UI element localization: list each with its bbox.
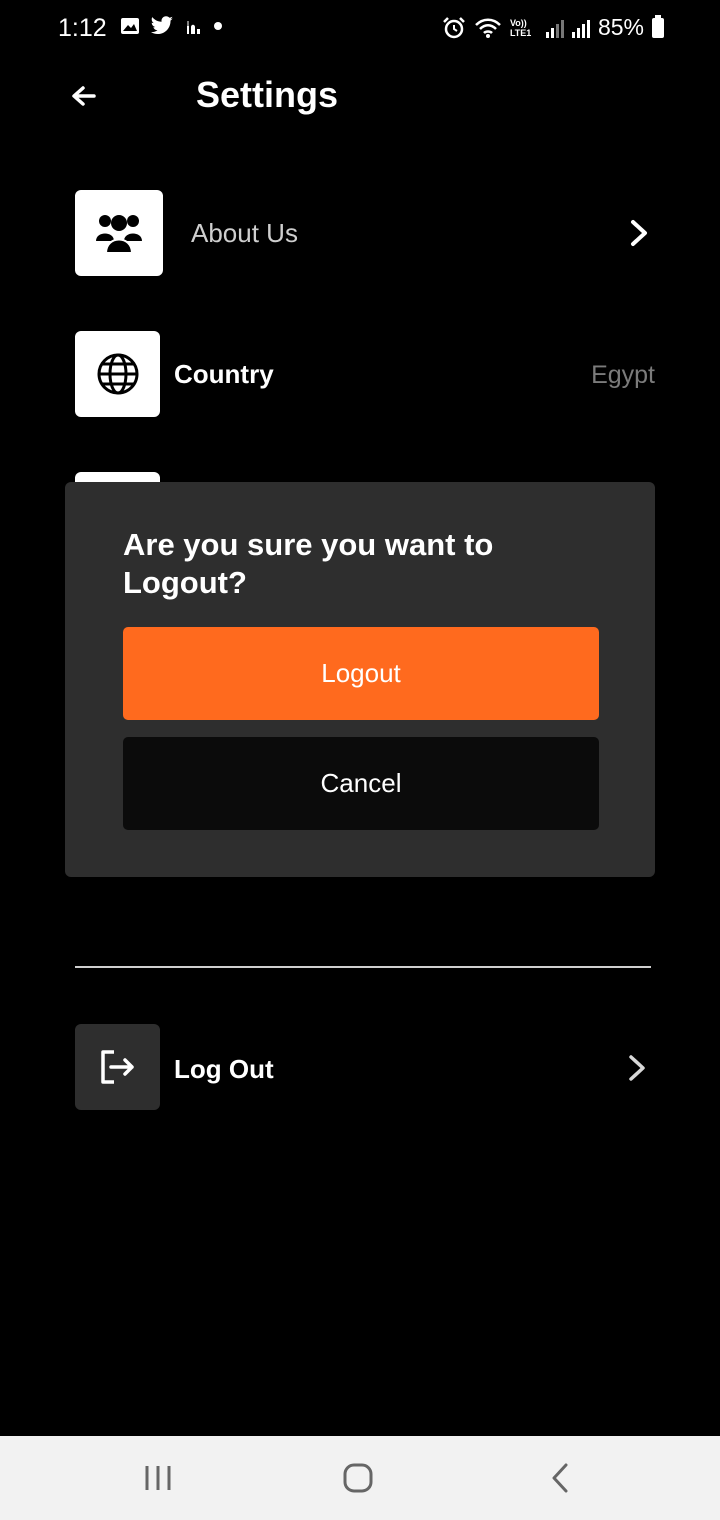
chevron-right-icon bbox=[631, 220, 647, 246]
divider bbox=[75, 966, 651, 968]
confirm-logout-button[interactable]: Logout bbox=[123, 627, 599, 720]
cancel-button[interactable]: Cancel bbox=[123, 737, 599, 830]
back-arrow-icon[interactable] bbox=[64, 78, 104, 118]
battery-icon bbox=[652, 14, 664, 38]
dot-icon bbox=[214, 22, 222, 30]
country-label: Country bbox=[174, 359, 274, 389]
back-icon[interactable] bbox=[540, 1460, 580, 1496]
logout-label: Log Out bbox=[174, 1054, 274, 1084]
image-icon bbox=[121, 18, 139, 34]
country-value: Egypt bbox=[591, 361, 655, 389]
status-left-icons bbox=[120, 16, 224, 36]
network-label: Vo)) LTE1 bbox=[509, 17, 532, 38]
status-time: 1:12 bbox=[58, 14, 107, 42]
settings-item-logout[interactable]: Log Out bbox=[75, 1024, 655, 1110]
alarm-icon bbox=[443, 16, 465, 38]
page-title: Settings bbox=[196, 74, 339, 115]
signal-icon bbox=[545, 18, 564, 38]
status-right: Vo)) LTE1 85% bbox=[442, 14, 664, 41]
battery-percent: 85% bbox=[597, 14, 644, 40]
country-tile bbox=[75, 331, 160, 417]
settings-item-country[interactable]: Country Egypt bbox=[75, 331, 655, 417]
mosque-icon bbox=[187, 21, 200, 34]
about-tile bbox=[75, 190, 163, 276]
signal-icon bbox=[571, 18, 590, 38]
status-bar: 1:12 Vo)) LTE1 85% bbox=[0, 0, 720, 58]
logout-tile bbox=[75, 1024, 160, 1110]
system-nav-bar bbox=[0, 1436, 720, 1520]
settings-item-about-us[interactable]: About Us bbox=[75, 190, 655, 276]
twitter-icon bbox=[150, 16, 173, 34]
users-icon bbox=[96, 215, 142, 254]
wifi-icon bbox=[475, 18, 501, 38]
home-icon[interactable] bbox=[338, 1460, 378, 1496]
dialog-title: Are you sure you want to Logout? bbox=[123, 527, 494, 600]
globe-icon bbox=[97, 353, 138, 395]
chevron-right-icon bbox=[629, 1055, 645, 1081]
logout-dialog: Are you sure you want to Logout? Logout … bbox=[65, 482, 655, 877]
recents-icon[interactable] bbox=[138, 1460, 178, 1496]
confirm-logout-label: Logout bbox=[321, 658, 401, 688]
cancel-label: Cancel bbox=[320, 768, 402, 798]
about-us-label: About Us bbox=[191, 218, 298, 248]
logout-icon bbox=[100, 1050, 134, 1084]
